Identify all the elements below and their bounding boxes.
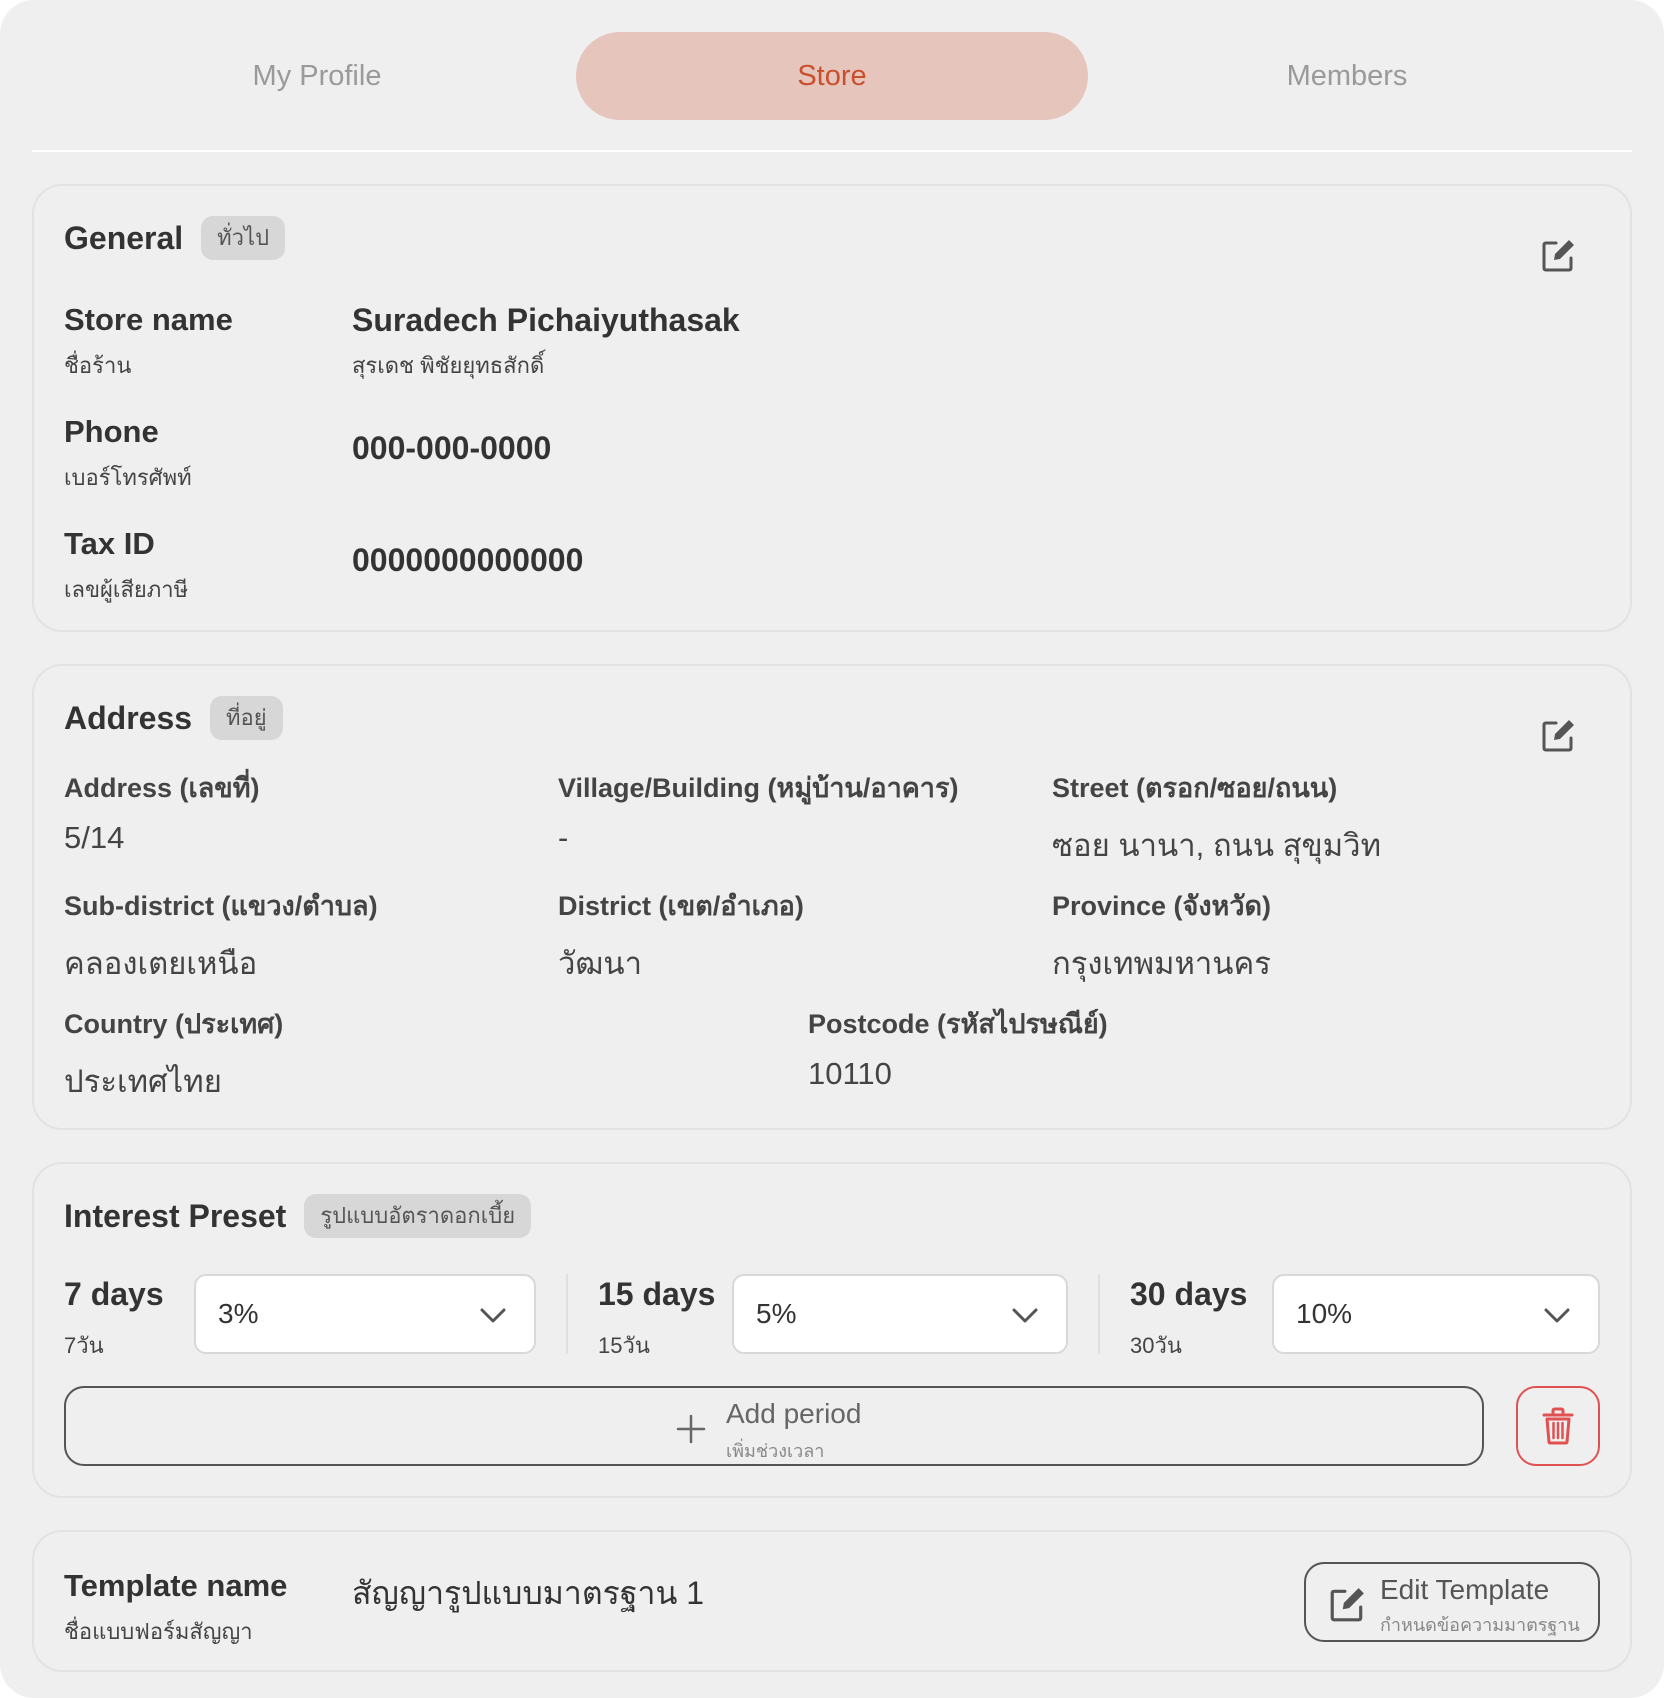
street-value: ซอย นานา, ถนน สุขุมวิท	[1052, 828, 1382, 863]
store-name-sublabel: ชื่อร้าน	[64, 353, 132, 378]
edit-icon	[1542, 720, 1574, 752]
chevron-down-icon	[1012, 1308, 1038, 1323]
district-label: District (เขต/อำเภอ)	[558, 891, 804, 921]
period-divider	[1098, 1274, 1100, 1354]
add-period-sublabel: เพิ่มช่วงเวลา	[726, 1441, 825, 1461]
district-value: วัฒนา	[558, 946, 643, 981]
period-days-sublabel: 7วัน	[64, 1333, 104, 1358]
postcode-value: 10110	[808, 1056, 892, 1091]
add-period-button[interactable]: Add period เพิ่มช่วงเวลา	[64, 1386, 1484, 1466]
store-name-value: Suradech Pichaiyuthasak	[352, 302, 740, 338]
rate-select-7-days[interactable]: 3%	[194, 1274, 536, 1354]
template-name-label: Template name	[64, 1568, 288, 1603]
interest-header: Interest Preset รูปแบบอัตราดอกเบี้ย	[64, 1194, 532, 1238]
edit-template-button[interactable]: Edit Template กำหนดข้อความมาตรฐาน	[1304, 1562, 1600, 1642]
edit-icon	[1330, 1588, 1364, 1622]
delete-period-button[interactable]	[1516, 1386, 1600, 1466]
add-period-label: Add period	[726, 1398, 862, 1429]
tab-members[interactable]: Members	[1122, 32, 1572, 120]
phone-value: 000-000-0000	[352, 430, 552, 466]
rate-select-value: 10%	[1296, 1298, 1353, 1329]
tab-divider	[32, 150, 1632, 152]
period-days-label: 7 days	[64, 1276, 164, 1312]
address-header: Address ที่อยู่	[64, 696, 283, 740]
sub-district-value: คลองเตยเหนือ	[64, 946, 258, 981]
province-label: Province (จังหวัด)	[1052, 891, 1272, 921]
address-edit-button[interactable]	[1538, 716, 1578, 756]
sub-district-label: Sub-district (แขวง/ตำบล)	[64, 891, 378, 921]
period-days-sublabel: 30วัน	[1130, 1333, 1182, 1358]
template-card: Template name ชื่อแบบฟอร์มสัญญา สัญญารูป…	[32, 1530, 1632, 1672]
period-days-label: 15 days	[598, 1276, 716, 1312]
store-name-subvalue: สุรเดช พิชัยยุทธสักดิ์	[352, 353, 545, 378]
general-card: General ทั่วไป Store name ชื่อร้าน Surad…	[32, 184, 1632, 632]
tax-id-value: 0000000000000	[352, 542, 584, 578]
edit-template-label: Edit Template	[1380, 1574, 1550, 1605]
village-value: -	[558, 820, 569, 855]
interest-title: Interest Preset	[64, 1197, 287, 1234]
interest-preset-card: Interest Preset รูปแบบอัตราดอกเบี้ย 7 da…	[32, 1162, 1632, 1498]
rate-select-value: 3%	[218, 1298, 259, 1329]
edit-template-sublabel: กำหนดข้อความมาตรฐาน	[1380, 1615, 1580, 1635]
phone-label: Phone	[64, 414, 159, 449]
address-card: Address ที่อยู่ Address (เลขที่) 5/14 Vi…	[32, 664, 1632, 1130]
address-badge: ที่อยู่	[210, 696, 283, 740]
tax-id-sublabel: เลขผู้เสียภาษี	[64, 577, 189, 602]
general-title: General	[64, 219, 184, 256]
street-label: Street (ตรอก/ซอย/ถนน)	[1052, 773, 1338, 803]
rate-select-15-days[interactable]: 5%	[732, 1274, 1068, 1354]
tab-bar: My Profile Store Members	[32, 32, 1632, 120]
country-label: Country (ประเทศ)	[64, 1009, 284, 1039]
address-number-value: 5/14	[64, 820, 125, 855]
trash-icon	[1542, 1407, 1574, 1445]
period-days-label: 30 days	[1130, 1276, 1248, 1312]
rate-select-30-days[interactable]: 10%	[1272, 1274, 1600, 1354]
general-badge: ทั่วไป	[201, 216, 286, 260]
address-title: Address	[64, 699, 193, 736]
plus-icon	[676, 1414, 706, 1444]
postcode-label: Postcode (รหัสไปรษณีย์)	[808, 1009, 1108, 1039]
general-edit-button[interactable]	[1538, 236, 1578, 276]
store-settings-page: My Profile Store Members General ทั่วไป …	[0, 0, 1664, 1698]
general-header: General ทั่วไป	[64, 216, 286, 260]
country-value: ประเทศไทย	[64, 1064, 222, 1099]
interest-badge: รูปแบบอัตราดอกเบี้ย	[304, 1194, 532, 1238]
tax-id-label: Tax ID	[64, 526, 155, 561]
province-value: กรุงเทพมหานคร	[1052, 946, 1271, 981]
period-days-sublabel: 15วัน	[598, 1333, 650, 1358]
template-name-value: สัญญารูปแบบมาตรฐาน 1	[352, 1575, 704, 1611]
period-divider	[566, 1274, 568, 1354]
village-label: Village/Building (หมู่บ้าน/อาคาร)	[558, 773, 959, 803]
store-name-label: Store name	[64, 302, 233, 337]
tab-store[interactable]: Store	[576, 32, 1088, 120]
tab-my-profile[interactable]: My Profile	[92, 32, 542, 120]
phone-sublabel: เบอร์โทรศัพท์	[64, 465, 192, 490]
chevron-down-icon	[1544, 1308, 1570, 1323]
edit-icon	[1542, 240, 1574, 272]
address-number-label: Address (เลขที่)	[64, 773, 260, 803]
template-name-sublabel: ชื่อแบบฟอร์มสัญญา	[64, 1619, 253, 1644]
rate-select-value: 5%	[756, 1298, 797, 1329]
chevron-down-icon	[480, 1308, 506, 1323]
